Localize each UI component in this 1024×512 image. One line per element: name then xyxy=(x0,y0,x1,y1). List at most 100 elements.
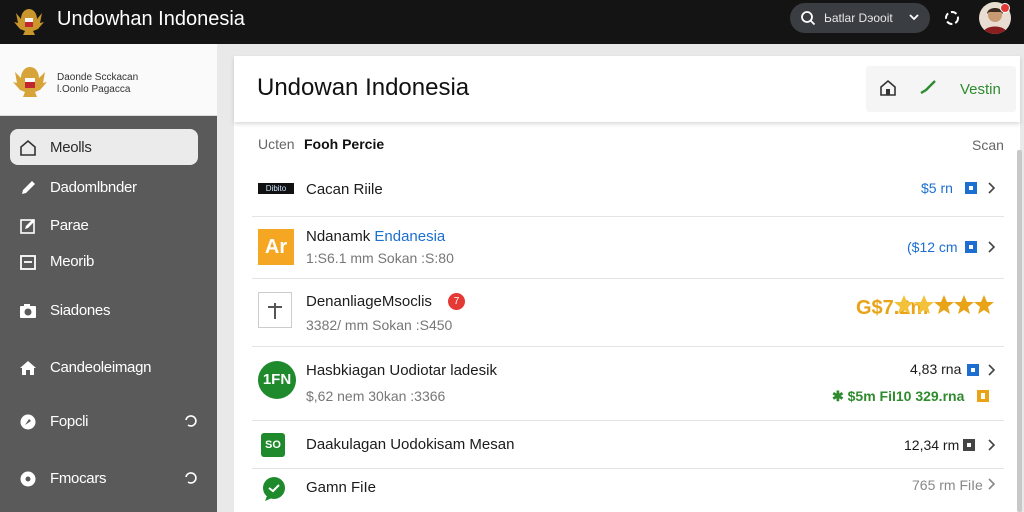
chevron-right-icon[interactable] xyxy=(986,363,998,377)
list-header-right: Scan xyxy=(972,137,1004,153)
vestin-button[interactable]: Vestin xyxy=(960,81,1001,98)
list-item[interactable]: Ar Ndanamk Endanesia 1:S6.1 mm Sokan :S:… xyxy=(252,217,1004,279)
chevron-right-icon[interactable] xyxy=(986,240,998,254)
settings-icon xyxy=(20,414,36,430)
home-icon xyxy=(20,139,36,156)
tag-icon xyxy=(963,439,975,451)
row-title: Gamn FiIe xyxy=(306,479,377,496)
row-size: ($12 cm xyxy=(907,239,958,255)
file-thumbnail: Ar xyxy=(258,229,294,265)
thumbnail-label: Ar xyxy=(264,236,288,258)
sidebar-item-label: Parae xyxy=(50,217,89,234)
expand-icon[interactable] xyxy=(184,471,198,485)
sidebar-item-label: Fopcli xyxy=(50,413,89,430)
row-size: 765 rm FiIe xyxy=(912,477,983,493)
pen-icon xyxy=(20,219,35,234)
chat-icon xyxy=(263,477,285,501)
list-header-title: Fooh Percie xyxy=(304,136,385,152)
list-item[interactable]: Gamn FiIe 765 rm FiIe xyxy=(252,469,1004,512)
sidebar-item-siadones[interactable]: Siadones xyxy=(10,292,198,328)
tag-icon xyxy=(977,390,989,402)
row-title-prefix: Ndanamk xyxy=(306,228,371,245)
row-extra-size: ✱ $5m FiI10 329.rna xyxy=(832,388,965,404)
main-header: Undowan Indonesia Vestin xyxy=(234,56,1020,122)
chevron-right-icon[interactable] xyxy=(986,477,998,491)
star-icon xyxy=(914,295,934,314)
chevron-right-icon[interactable] xyxy=(986,438,998,452)
expand-icon[interactable] xyxy=(184,414,198,428)
main-panel: Undowan Indonesia Vestin Ucten Fooh Perc… xyxy=(234,56,1020,512)
sidebar-item-label: Candeoleimagn xyxy=(50,359,152,376)
star-icon xyxy=(894,295,914,314)
sync-icon[interactable] xyxy=(942,8,962,28)
list-header-prefix: Ucten xyxy=(258,136,295,152)
row-title: DenanliageMsoclis xyxy=(306,293,432,310)
row-extra-text: $5m FiI10 329.rna xyxy=(847,388,965,404)
sidebar-item-label: Fmocars xyxy=(50,470,107,487)
sidebar-item-parae[interactable]: Parae xyxy=(10,207,198,243)
garuda-logo-icon[interactable] xyxy=(12,5,46,37)
star-rating xyxy=(892,293,996,317)
chevron-down-icon[interactable] xyxy=(908,11,920,23)
search-input[interactable]: Ьatlar Dэooit xyxy=(824,11,893,25)
chevron-right-icon[interactable] xyxy=(986,181,998,195)
row-size: 4,83 rna xyxy=(910,361,962,377)
star-icon xyxy=(954,295,974,314)
star-icon xyxy=(934,295,954,314)
home-icon[interactable] xyxy=(878,78,898,98)
thumbnail-label: SO xyxy=(265,439,281,451)
search-icon xyxy=(801,11,816,26)
list-item[interactable]: 1FN Hasbkiagan Uodiotar ladesik $,62 nem… xyxy=(252,347,1004,421)
tag-icon xyxy=(965,241,977,253)
search-box[interactable]: Ьatlar Dэooit xyxy=(790,3,930,33)
file-thumbnail: SO xyxy=(261,433,285,457)
list-item[interactable]: Dibito Cacan Riile $5 rn xyxy=(252,163,1004,217)
notification-dot xyxy=(1000,3,1010,13)
row-title-link[interactable]: Endanesia xyxy=(374,228,445,245)
list-item[interactable]: SO Daakulagan Uodokisam Mesan 12,34 rm xyxy=(252,421,1004,469)
sidebar-item-meorib[interactable]: Meorib xyxy=(10,243,198,279)
list-item[interactable]: DenanliageMsoclis 7 3382/ mm Sokan :S450… xyxy=(252,279,1004,347)
row-subtitle: 3382/ mm Sokan :S450 xyxy=(306,317,453,333)
org-name-line2: l.Oonlo Pagacca xyxy=(57,84,131,95)
app-title: Undowhan Indonesia xyxy=(57,8,245,30)
page-title: Undowan Indonesia xyxy=(257,74,470,101)
thumbnail-label: Dibito xyxy=(265,184,287,193)
row-title: Cacan Riile xyxy=(306,181,383,198)
file-thumbnail: 1FN xyxy=(258,361,296,399)
sidebar-item-label: Meorib xyxy=(50,253,95,270)
tag-icon xyxy=(965,182,977,194)
sidebar-item-label: Meolls xyxy=(50,139,92,156)
org-name-line1: Daonde Scckacan xyxy=(57,72,139,83)
check-icon[interactable] xyxy=(918,78,938,98)
row-size: 12,34 rm xyxy=(904,437,960,453)
scrollbar[interactable] xyxy=(1017,150,1022,512)
sidebar-item-label: Siadones xyxy=(50,302,111,319)
window-icon xyxy=(20,255,36,270)
house-icon xyxy=(20,361,36,375)
row-title: Ndanamk Endanesia xyxy=(306,228,445,245)
thumbnail-label: 1FN xyxy=(262,371,292,388)
edit-icon xyxy=(22,181,35,194)
row-title: Hasbkiagan Uodiotar ladesik xyxy=(306,362,497,379)
file-thumbnail xyxy=(258,292,292,328)
emblem-logo-icon xyxy=(13,67,47,97)
camera-icon xyxy=(20,304,36,318)
sidebar-item-meolls[interactable]: Meolls xyxy=(10,129,198,165)
sidebar-item-label: Dadomlbnder xyxy=(50,179,137,196)
row-subtitle: $,62 nem 30kan :3366 xyxy=(306,388,446,404)
sidebar-item-fopcli[interactable]: Fopcli xyxy=(10,403,198,439)
sidebar-item-candeoleimagn[interactable]: Candeoleimagn xyxy=(10,349,198,385)
plus-icon xyxy=(268,303,282,319)
row-size: $5 rn xyxy=(921,180,953,196)
sidebar: Meolls Dadomlbnder Parae Meorib Siadones xyxy=(0,116,217,512)
info-icon xyxy=(20,471,36,487)
notification-badge: 7 xyxy=(448,293,465,310)
sidebar-item-fmocars[interactable]: Fmocars xyxy=(10,460,198,496)
row-title: Daakulagan Uodokisam Mesan xyxy=(306,436,515,453)
sidebar-item-dadomlbnder[interactable]: Dadomlbnder xyxy=(10,169,198,205)
header-actions: Vestin xyxy=(866,66,1016,112)
file-thumbnail: Dibito xyxy=(258,183,294,194)
row-subtitle: 1:S6.1 mm Sokan :S:80 xyxy=(306,250,454,266)
star-icon xyxy=(974,295,994,314)
